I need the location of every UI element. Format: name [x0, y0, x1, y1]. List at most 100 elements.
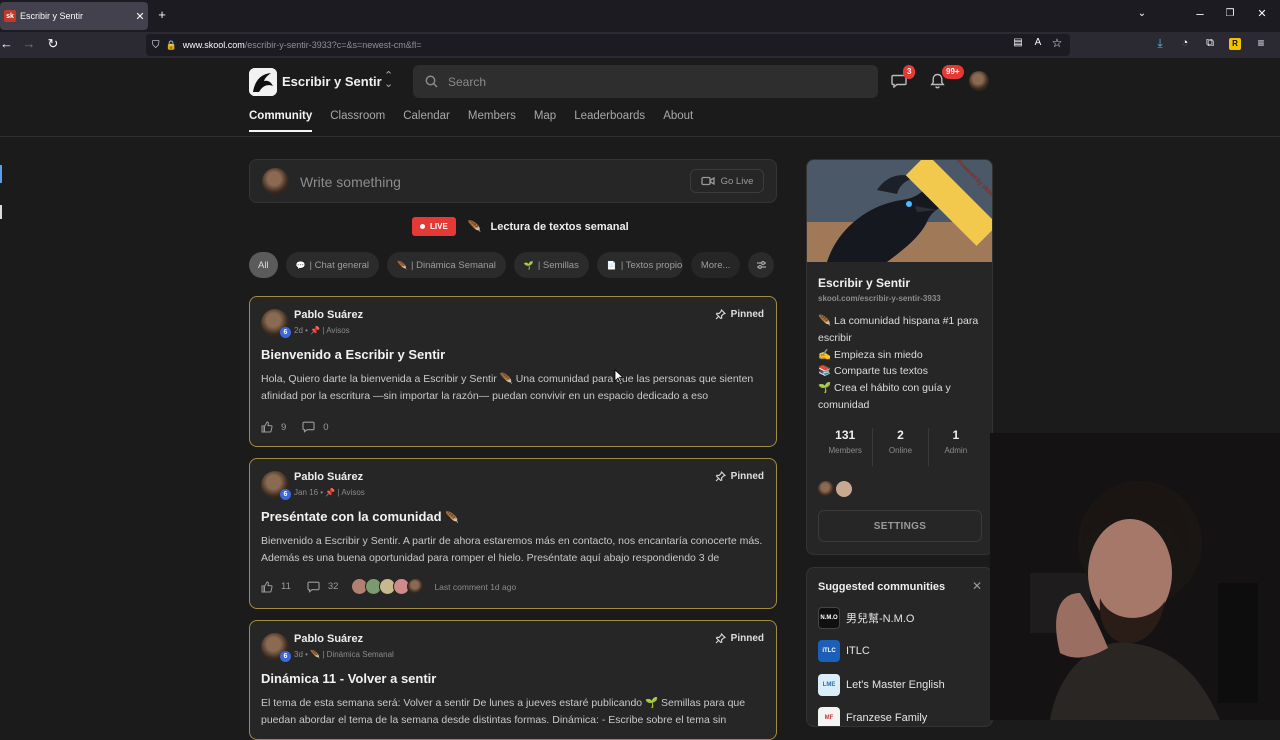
post-category[interactable]: | Avisos [322, 326, 349, 335]
close-tab-icon[interactable]: ✕ [132, 10, 148, 23]
group-name[interactable]: Escribir y Sentir [282, 74, 382, 89]
chip-all[interactable]: All [249, 252, 278, 278]
translate-icon[interactable]: A [1031, 37, 1045, 48]
chip-label: | Chat general [309, 259, 370, 271]
post-meta: 3d • 🪶 | Dinámica Semanal [294, 650, 394, 659]
post-title[interactable]: Dinámica 11 - Volver a sentir [261, 671, 436, 686]
stat-label: Members [828, 446, 862, 455]
chip-textos-propios[interactable]: 📄 | Textos propio [596, 252, 683, 278]
chip-more[interactable]: More... [690, 252, 741, 278]
close-window-icon[interactable]: ✕ [1254, 7, 1270, 20]
search-input[interactable]: Search [448, 75, 486, 89]
post-card[interactable]: 6 Pablo Suárez 3d • 🪶 | Dinámica Semanal… [249, 620, 777, 740]
forward-icon[interactable]: → [22, 36, 36, 51]
post-author[interactable]: Pablo Suárez [294, 309, 363, 321]
address-bar[interactable]: ⛉ 🔒 www.skool.com/escribir-y-sentir-3933… [146, 34, 1070, 56]
comment-button[interactable]: 0 [302, 421, 329, 433]
filter-settings-button[interactable] [748, 252, 775, 278]
reload-icon[interactable]: ↻ [46, 36, 60, 52]
group-description: 🪶 La comunidad hispana #1 para escribir … [818, 313, 988, 414]
tab-leaderboards[interactable]: Leaderboards [574, 110, 645, 132]
chip-semillas[interactable]: 🌱 | Semillas [513, 252, 589, 278]
tab-classroom[interactable]: Classroom [330, 110, 385, 132]
comment-count: 0 [323, 421, 329, 433]
url-text: www.skool.com/escribir-y-sentir-3933?c=&… [182, 40, 422, 50]
stat-members[interactable]: 131 Members [818, 428, 874, 466]
write-something-input[interactable]: Write something [300, 174, 401, 190]
restore-icon[interactable]: ❐ [1222, 8, 1238, 19]
post-category[interactable]: | Avisos [337, 488, 364, 497]
post-title[interactable]: Bienvenido a Escribir y Sentir [261, 347, 445, 362]
post-card[interactable]: 6 Pablo Suárez 2d • 📌 | Avisos Pinned Bi… [249, 296, 777, 447]
tab-calendar[interactable]: Calendar [403, 110, 450, 132]
browser-tab[interactable]: sk Escribir y Sentir ✕ [0, 2, 148, 30]
shield-icon[interactable]: ⛉ [152, 40, 160, 51]
stat-online[interactable]: 2 Online [873, 428, 929, 466]
post-category[interactable]: | Dinámica Semanal [322, 650, 393, 659]
close-icon[interactable]: ✕ [972, 579, 982, 593]
suggested-community-item[interactable]: LME Let's Master English [818, 674, 945, 696]
comment-button[interactable]: 32 [307, 581, 338, 593]
commenter-avatars[interactable] [351, 578, 425, 595]
chip-chat-general[interactable]: 💬 | Chat general [285, 252, 380, 278]
chip-dinamica-semanal[interactable]: 🪶 | Dinámica Semanal [387, 252, 506, 278]
search-bar[interactable]: Search [413, 65, 878, 98]
live-title[interactable]: Lectura de textos semanal [490, 221, 628, 233]
reader-view-icon[interactable]: ▤ [1011, 37, 1025, 48]
minimize-icon[interactable]: – [1192, 6, 1208, 21]
member-avatar [818, 481, 834, 497]
post-body[interactable]: El tema de esta semana será: Volver a se… [261, 695, 767, 729]
group-switcher-icon[interactable]: ⌃ ⌄ [384, 71, 393, 90]
stat-value: 1 [952, 428, 960, 442]
sidebar-group-url[interactable]: skool.com/escribir-y-sentir-3933 [818, 294, 941, 303]
tab-about[interactable]: About [663, 110, 693, 132]
live-dot-icon [420, 224, 425, 229]
tab-map[interactable]: Map [534, 110, 556, 132]
community-logo-icon: MF [818, 707, 840, 726]
lock-icon[interactable]: 🔒 [166, 40, 177, 51]
post-title-text: Preséntate con la comunidad [261, 509, 442, 524]
suggested-community-item[interactable]: N.M.O 男兒幫-N.M.O [818, 607, 914, 629]
browser-tab-bar: sk Escribir y Sentir ✕ + ⌄ – ❐ ✕ [0, 0, 1280, 32]
menu-icon[interactable]: ≡ [1254, 36, 1268, 50]
suggested-community-item[interactable]: MF Franzese Family [818, 707, 927, 726]
online-member-avatars[interactable] [818, 481, 852, 497]
downloads-icon[interactable]: ⤓ [1153, 36, 1167, 51]
like-button[interactable]: 9 [261, 421, 286, 433]
post-stats: 9 0 [261, 421, 345, 433]
post-author[interactable]: Pablo Suárez [294, 633, 363, 645]
user-avatar[interactable] [969, 71, 989, 91]
level-badge: 6 [280, 651, 291, 662]
go-live-label: Go Live [720, 175, 754, 187]
back-icon[interactable]: ← [0, 36, 13, 51]
post-composer[interactable]: Write something Go Live [249, 159, 777, 203]
description-line: 📚 Comparte tus textos [818, 365, 928, 378]
extensions-icon[interactable]: ⧉ [1203, 37, 1217, 50]
chip-label: | Dinámica Semanal [411, 259, 496, 271]
bookmark-star-icon[interactable]: ☆ [1050, 36, 1064, 50]
group-logo[interactable] [249, 68, 277, 96]
suggested-community-item[interactable]: iTLC ITLC [818, 640, 870, 662]
extension-r-icon[interactable]: R [1229, 38, 1241, 50]
live-banner[interactable]: LIVE 🪶 Lectura de textos semanal [412, 217, 629, 236]
tab-members[interactable]: Members [468, 110, 516, 132]
list-tabs-icon[interactable]: ⌄ [1134, 8, 1150, 19]
settings-button[interactable]: SETTINGS [818, 510, 982, 542]
comment-icon [302, 421, 315, 433]
post-title[interactable]: Preséntate con la comunidad 🪶 [261, 509, 459, 524]
extension-clock-icon[interactable]: ◔ [1178, 37, 1192, 49]
sidebar-group-name: Escribir y Sentir [818, 276, 911, 290]
go-live-button[interactable]: Go Live [690, 169, 764, 193]
post-body[interactable]: Bienvenido a Escribir y Sentir. A partir… [261, 533, 767, 567]
pinned-label: Pinned [730, 471, 764, 482]
post-card[interactable]: 6 Pablo Suárez Jan 16 • 📌 | Avisos Pinne… [249, 458, 777, 609]
thumbs-up-icon [261, 580, 273, 592]
like-button[interactable]: 11 [261, 580, 291, 593]
post-author[interactable]: Pablo Suárez [294, 471, 363, 483]
stat-admin[interactable]: 1 Admin [929, 428, 983, 466]
chip-label: | Textos propio [620, 259, 683, 271]
new-tab-icon[interactable]: + [154, 7, 170, 22]
post-body[interactable]: Hola, Quiero darte la bienvenida a Escri… [261, 371, 767, 405]
community-name: 男兒幫-N.M.O [846, 613, 915, 625]
tab-community[interactable]: Community [249, 110, 313, 132]
